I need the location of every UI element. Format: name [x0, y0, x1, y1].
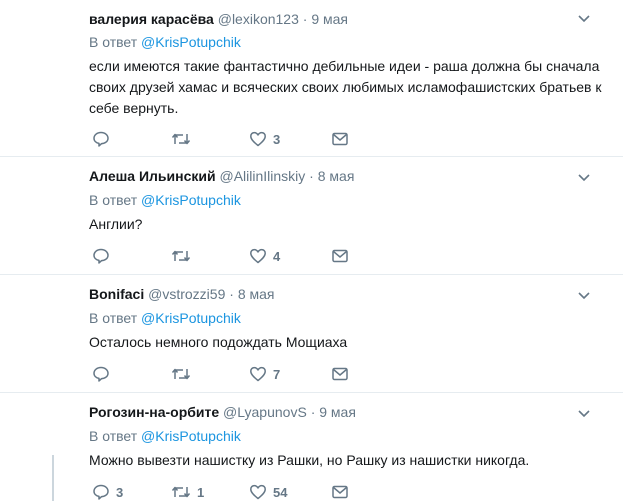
chevron-down-icon[interactable] — [577, 12, 591, 26]
tweet-header: валерия карасёва @lexikon123 · 9 мая — [89, 9, 348, 29]
tweet-actions: 4 — [89, 246, 389, 266]
chevron-down-icon[interactable] — [577, 171, 591, 185]
reply-prefix: В ответ — [89, 34, 138, 50]
retweet-button[interactable]: 1 — [171, 482, 204, 501]
reply-prefix: В ответ — [89, 310, 138, 326]
retweet-icon — [171, 133, 191, 145]
retweet-button[interactable] — [171, 246, 197, 266]
reply-context: В ответ @KrisPotupchik — [89, 309, 241, 327]
retweet-icon — [171, 486, 191, 498]
reply-icon — [93, 366, 109, 382]
retweet-icon — [171, 250, 191, 262]
heart-icon — [250, 131, 266, 147]
reply-to-link[interactable]: @KrisPotupchik — [141, 192, 241, 208]
separator-dot: · — [309, 168, 314, 184]
direct-message-button[interactable] — [331, 129, 349, 149]
tweet-date[interactable]: 9 мая — [311, 11, 348, 27]
reply-to-link[interactable]: @KrisPotupchik — [141, 34, 241, 50]
tweet[interactable]: Bonifaci @vstrozzi59 · 8 мая В ответ @Kr… — [0, 275, 623, 393]
separator-dot: · — [310, 404, 316, 420]
heart-icon — [250, 484, 266, 500]
reply-icon — [93, 484, 109, 500]
thread-connector-line — [52, 455, 54, 501]
tweet-header: Алеша Ильинский @AlilinIlinskiy · 8 мая — [89, 166, 354, 186]
author-name[interactable]: Bonifaci — [89, 286, 144, 302]
author-handle[interactable]: @lexikon123 — [218, 11, 299, 27]
envelope-icon — [332, 249, 348, 263]
envelope-icon — [332, 485, 348, 499]
like-count: 54 — [273, 484, 288, 500]
tweet[interactable]: Рогозин-на-орбите @LyapunovS · 9 мая В о… — [0, 393, 623, 501]
separator-dot: · — [302, 11, 308, 27]
tweet-text: Англии? — [89, 216, 143, 232]
heart-icon — [250, 366, 266, 382]
tweet[interactable]: валерия карасёва @lexikon123 · 9 мая В о… — [0, 0, 623, 157]
tweet-date[interactable]: 8 мая — [318, 168, 355, 184]
tweet-header: Рогозин-на-орбите @LyapunovS · 9 мая — [89, 402, 356, 422]
retweet-count: 1 — [197, 484, 205, 500]
reply-count: 3 — [116, 484, 124, 500]
envelope-icon — [332, 132, 348, 146]
author-handle[interactable]: @AlilinIlinskiy — [219, 168, 305, 184]
like-button[interactable]: 7 — [249, 364, 280, 384]
reply-context: В ответ @KrisPotupchik — [89, 33, 241, 51]
tweet-date[interactable]: 9 мая — [319, 404, 356, 420]
tweet-date[interactable]: 8 мая — [238, 286, 275, 302]
author-name[interactable]: Рогозин-на-орбите — [89, 404, 219, 420]
reply-to-link[interactable]: @KrisPotupchik — [141, 428, 241, 444]
like-button[interactable]: 4 — [249, 246, 280, 266]
direct-message-button[interactable] — [331, 482, 349, 501]
like-button[interactable]: 54 — [249, 482, 287, 501]
reply-prefix: В ответ — [89, 428, 138, 444]
tweet-actions: 3 1 54 — [89, 482, 389, 501]
reply-button[interactable] — [92, 129, 116, 149]
tweet-actions: 7 — [89, 364, 389, 384]
separator-dot: · — [229, 286, 234, 302]
like-count: 4 — [273, 248, 281, 264]
reply-button[interactable]: 3 — [92, 482, 123, 501]
author-handle[interactable]: @LyapunovS — [223, 404, 307, 420]
direct-message-button[interactable] — [331, 364, 349, 384]
like-count: 3 — [273, 131, 281, 147]
retweet-icon — [171, 368, 191, 380]
reply-context: В ответ @KrisPotupchik — [89, 191, 241, 209]
tweet[interactable]: Алеша Ильинский @AlilinIlinskiy · 8 мая … — [0, 157, 623, 275]
chevron-down-icon[interactable] — [577, 407, 591, 421]
like-button[interactable]: 3 — [249, 129, 280, 149]
tweet-feed: валерия карасёва @lexikon123 · 9 мая В о… — [0, 0, 623, 501]
retweet-button[interactable] — [171, 364, 197, 384]
tweet-actions: 3 — [89, 129, 389, 149]
tweet-text: Можно вывезти нашистку из Рашки, но Рашк… — [89, 452, 530, 468]
tweet-text: Осталось немного подождать Мощиаха — [89, 334, 348, 350]
retweet-button[interactable] — [171, 129, 197, 149]
author-name[interactable]: Алеша Ильинский — [89, 168, 216, 184]
author-name[interactable]: валерия карасёва — [89, 11, 214, 27]
reply-prefix: В ответ — [89, 192, 138, 208]
reply-icon — [93, 131, 109, 147]
author-handle[interactable]: @vstrozzi59 — [148, 286, 225, 302]
heart-icon — [250, 248, 266, 264]
reply-button[interactable] — [92, 364, 116, 384]
reply-button[interactable] — [92, 246, 116, 266]
reply-to-link[interactable]: @KrisPotupchik — [141, 310, 241, 326]
like-count: 7 — [273, 366, 281, 382]
tweet-text: если имеются такие фантастично дебильные… — [89, 58, 602, 116]
reply-context: В ответ @KrisPotupchik — [89, 427, 241, 445]
reply-icon — [93, 248, 109, 264]
chevron-down-icon[interactable] — [577, 289, 591, 303]
direct-message-button[interactable] — [331, 246, 349, 266]
envelope-icon — [332, 367, 348, 381]
tweet-header: Bonifaci @vstrozzi59 · 8 мая — [89, 284, 274, 304]
